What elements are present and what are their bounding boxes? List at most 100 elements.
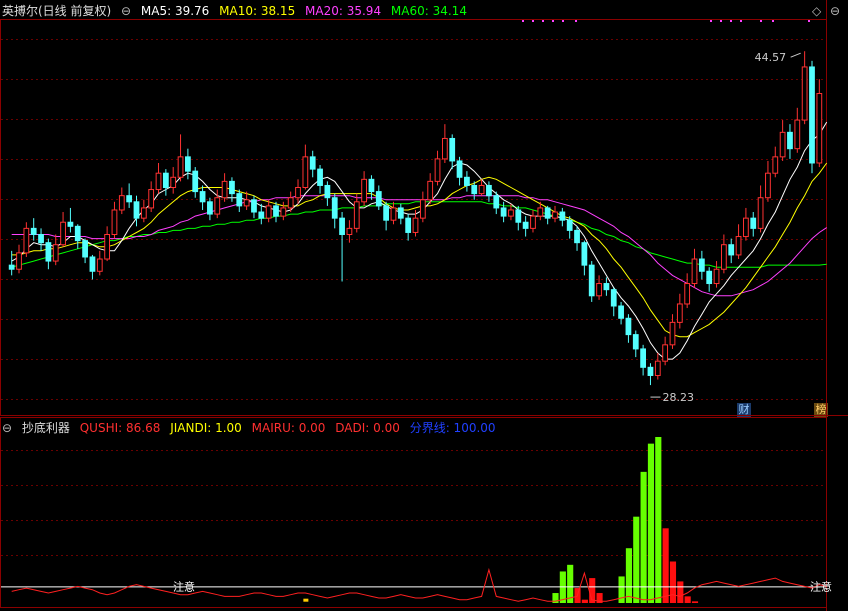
candle-body [419,199,426,219]
signal-dot [730,20,732,22]
green-bar [640,471,647,603]
candle-body [280,207,287,217]
red-bar [581,599,588,603]
sub-frame [0,417,827,608]
candle-body [618,305,624,319]
candle-body [383,205,390,221]
candle-body [170,176,177,189]
candle-body [346,227,353,235]
candle-body [104,233,111,260]
candle-body [559,211,566,221]
signal-dot [542,20,544,22]
candle-body [361,178,367,203]
candle-body [794,119,801,150]
candle-body [368,178,375,193]
candle-body [52,244,59,262]
candle-body [610,289,617,307]
candle-body [96,258,103,272]
candle-body [251,199,257,213]
candle-body [772,156,779,174]
candle-body [632,334,639,350]
candle-body [809,66,815,164]
candle-body [140,207,147,219]
red-bar [684,596,691,603]
candle-body [500,207,507,217]
candle-body [126,195,133,203]
candle-body [16,252,22,270]
candle-body [779,131,786,158]
candle-body [375,191,382,207]
ma5-line [11,121,828,360]
candle-body [574,229,580,244]
candle-body [552,211,558,219]
candle-body [640,348,646,368]
candle-body [397,207,404,219]
candle-body [728,244,735,256]
candle-body [530,215,536,229]
candle-body [89,256,96,272]
candle-body [8,264,15,270]
red-bar [677,581,684,603]
kline-svg[interactable]: 44.57 28.23 注意 注意 [0,0,848,611]
candle-body [185,156,191,172]
candle-body [118,195,125,211]
candle-body [236,193,243,207]
candle-body [295,187,301,199]
red-bar [589,578,596,603]
red-bar [662,528,669,603]
candle-body [684,283,691,305]
candle-body [493,195,500,209]
candle-body [486,184,492,197]
candle-body [207,201,213,215]
candle-body [229,180,235,195]
green-bar [655,437,662,603]
signal-dot [740,20,742,22]
candle-body [720,244,727,270]
candle-body [581,242,588,266]
candle-body [265,205,272,219]
candle-body [23,227,30,254]
candle-body [258,211,265,219]
chart-stage: 英搏尔(日线 前复权) ⊖ MA5: 39.76 MA10: 38.15 MA2… [0,0,848,611]
candle-body [787,131,793,150]
candle-body [309,156,316,170]
candle-body [449,137,456,162]
candle-body [82,240,88,258]
candle-body [522,221,529,229]
candle-body [508,209,514,217]
candle-body [456,160,463,178]
candle-body [537,207,544,217]
candle-body [162,172,169,189]
candle-body [566,219,573,231]
candle-body [30,227,37,235]
candle-body [757,197,764,229]
candle-body [464,176,470,186]
candle-body [339,217,345,235]
signal-dot [720,20,722,22]
attention-label-left: 注意 [173,579,195,593]
candle-body [74,225,81,242]
signal-dot [760,20,762,22]
signal-dot [552,20,554,22]
candle-body [405,217,412,233]
candle-body [662,344,669,362]
candle-body [390,207,397,221]
attention-label-right: 注意 [810,579,832,593]
main-frame [0,19,827,416]
candle-body [177,156,184,178]
high-price-label: 44.57 [755,51,787,64]
candle-body [654,360,661,376]
signal-dot [532,20,534,22]
qushi-line [11,567,827,602]
candle-body [478,184,485,195]
candle-body [735,236,742,256]
signal-dot [575,20,577,22]
candle-body [148,189,155,209]
low-price-label: 28.23 [662,391,694,404]
signal-dot [562,20,564,22]
candle-body [588,264,595,297]
candle-body [111,209,118,235]
candle-body [155,172,162,191]
candle-body [596,283,602,297]
candle-body [691,258,698,285]
